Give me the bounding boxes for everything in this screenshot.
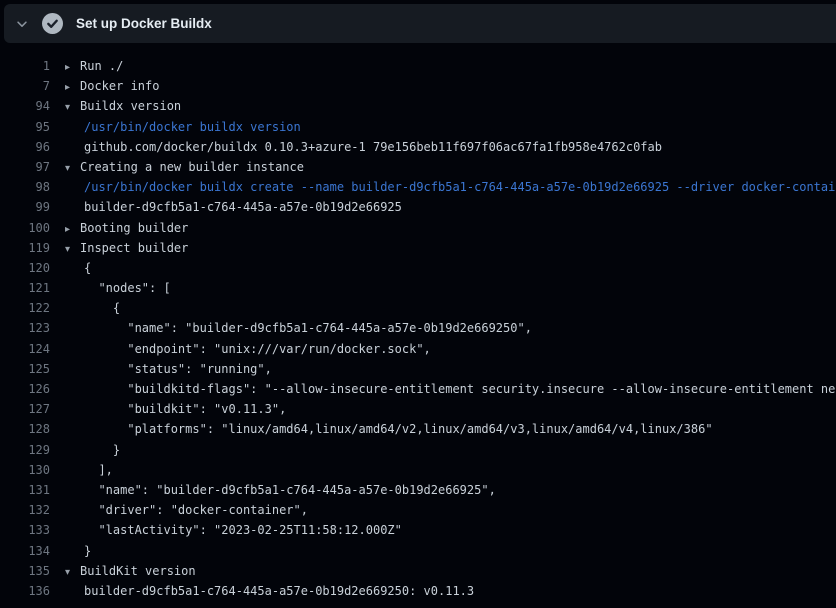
line-number[interactable]: 127: [0, 399, 50, 419]
line-number[interactable]: 124: [0, 339, 50, 359]
log-line-row: 134}: [0, 541, 836, 561]
log-group-row[interactable]: 7 ▸Docker info: [0, 76, 836, 96]
chevron-down-icon: [15, 17, 29, 31]
log-line-row: 120{: [0, 258, 836, 278]
log-line-row: 131 "name": "builder-d9cfb5a1-c764-445a-…: [0, 480, 836, 500]
log-group-row[interactable]: 94 ▾Buildx version: [0, 96, 836, 116]
triangle-right-icon: ▸: [65, 58, 80, 76]
log-group-row[interactable]: 97 ▾Creating a new builder instance: [0, 157, 836, 177]
group-title: Inspect builder: [80, 241, 188, 255]
line-number[interactable]: 121: [0, 278, 50, 298]
command-text: /usr/bin/docker buildx version: [50, 117, 836, 137]
line-number[interactable]: 134: [0, 541, 50, 561]
output-text: }: [50, 541, 836, 561]
line-number[interactable]: 135: [0, 561, 50, 581]
log-line-row: 128 "platforms": "linux/amd64,linux/amd6…: [0, 419, 836, 439]
line-number[interactable]: 122: [0, 298, 50, 318]
line-number[interactable]: 97: [0, 157, 50, 177]
triangle-down-icon: ▾: [65, 98, 80, 116]
line-number[interactable]: 94: [0, 96, 50, 116]
line-number[interactable]: 123: [0, 318, 50, 338]
output-text: "platforms": "linux/amd64,linux/amd64/v2…: [50, 419, 836, 439]
log-line-row: 122 {: [0, 298, 836, 318]
line-number[interactable]: 120: [0, 258, 50, 278]
output-text: builder-d9cfb5a1-c764-445a-a57e-0b19d2e6…: [50, 581, 836, 601]
line-number[interactable]: 99: [0, 197, 50, 217]
log-line-row: 99builder-d9cfb5a1-c764-445a-a57e-0b19d2…: [0, 197, 836, 217]
line-number[interactable]: 126: [0, 379, 50, 399]
log-container: 1▸Run ./7▸Docker info94▾Buildx version95…: [0, 43, 836, 601]
group-title: Creating a new builder instance: [80, 160, 304, 174]
check-circle-icon: [42, 13, 63, 34]
line-number[interactable]: 96: [0, 137, 50, 157]
line-number[interactable]: 133: [0, 520, 50, 540]
triangle-down-icon: ▾: [65, 240, 80, 258]
line-number[interactable]: 7: [0, 76, 50, 96]
log-line-row: 129 }: [0, 440, 836, 460]
line-number[interactable]: 132: [0, 500, 50, 520]
output-text: }: [50, 440, 836, 460]
triangle-right-icon: ▸: [65, 78, 80, 96]
log-line-row: 123 "name": "builder-d9cfb5a1-c764-445a-…: [0, 318, 836, 338]
step-title: Set up Docker Buildx: [76, 16, 212, 31]
output-text: "buildkitd-flags": "--allow-insecure-ent…: [50, 379, 836, 399]
log-line-row: 96github.com/docker/buildx 0.10.3+azure-…: [0, 137, 836, 157]
log-group-row[interactable]: 135 ▾BuildKit version: [0, 561, 836, 581]
step-header-row[interactable]: Set up Docker Buildx: [4, 4, 836, 43]
log-line-row: 98/usr/bin/docker buildx create --name b…: [0, 177, 836, 197]
triangle-down-icon: ▾: [65, 563, 80, 581]
log-line-row: 132 "driver": "docker-container",: [0, 500, 836, 520]
log-group-row[interactable]: 100 ▸Booting builder: [0, 218, 836, 238]
output-text: "nodes": [: [50, 278, 836, 298]
log-line-row: 133 "lastActivity": "2023-02-25T11:58:12…: [0, 520, 836, 540]
group-title: Docker info: [80, 79, 159, 93]
group-title: BuildKit version: [80, 564, 196, 578]
triangle-down-icon: ▾: [65, 159, 80, 177]
output-text: "name": "builder-d9cfb5a1-c764-445a-a57e…: [50, 318, 836, 338]
output-text: "status": "running",: [50, 359, 836, 379]
line-number[interactable]: 1: [0, 56, 50, 76]
line-number[interactable]: 98: [0, 177, 50, 197]
line-number[interactable]: 95: [0, 117, 50, 137]
log-line-row: 127 "buildkit": "v0.11.3",: [0, 399, 836, 419]
output-text: {: [50, 298, 836, 318]
output-text: "endpoint": "unix:///var/run/docker.sock…: [50, 339, 836, 359]
log-group-row[interactable]: 119 ▾Inspect builder: [0, 238, 836, 258]
line-number[interactable]: 131: [0, 480, 50, 500]
output-text: {: [50, 258, 836, 278]
group-title: Booting builder: [80, 221, 188, 235]
output-text: ],: [50, 460, 836, 480]
line-number[interactable]: 129: [0, 440, 50, 460]
line-number[interactable]: 136: [0, 581, 50, 601]
group-title: Buildx version: [80, 99, 181, 113]
line-number[interactable]: 125: [0, 359, 50, 379]
line-number[interactable]: 128: [0, 419, 50, 439]
triangle-right-icon: ▸: [65, 220, 80, 238]
log-line-row: 124 "endpoint": "unix:///var/run/docker.…: [0, 339, 836, 359]
output-text: github.com/docker/buildx 0.10.3+azure-1 …: [50, 137, 836, 157]
log-line-row: 125 "status": "running",: [0, 359, 836, 379]
output-text: "name": "builder-d9cfb5a1-c764-445a-a57e…: [50, 480, 836, 500]
output-text: builder-d9cfb5a1-c764-445a-a57e-0b19d2e6…: [50, 197, 836, 217]
output-text: "buildkit": "v0.11.3",: [50, 399, 836, 419]
log-line-row: 126 "buildkitd-flags": "--allow-insecure…: [0, 379, 836, 399]
log-line-row: 95/usr/bin/docker buildx version: [0, 117, 836, 137]
log-line-row: 121 "nodes": [: [0, 278, 836, 298]
group-title: Run ./: [80, 59, 123, 73]
log-line-row: 136builder-d9cfb5a1-c764-445a-a57e-0b19d…: [0, 581, 836, 601]
line-number[interactable]: 130: [0, 460, 50, 480]
output-text: "lastActivity": "2023-02-25T11:58:12.000…: [50, 520, 836, 540]
output-text: "driver": "docker-container",: [50, 500, 836, 520]
command-text: /usr/bin/docker buildx create --name bui…: [50, 177, 836, 197]
log-group-row[interactable]: 1 ▸Run ./: [0, 56, 836, 76]
log-line-row: 130 ],: [0, 460, 836, 480]
line-number[interactable]: 100: [0, 218, 50, 238]
line-number[interactable]: 119: [0, 238, 50, 258]
